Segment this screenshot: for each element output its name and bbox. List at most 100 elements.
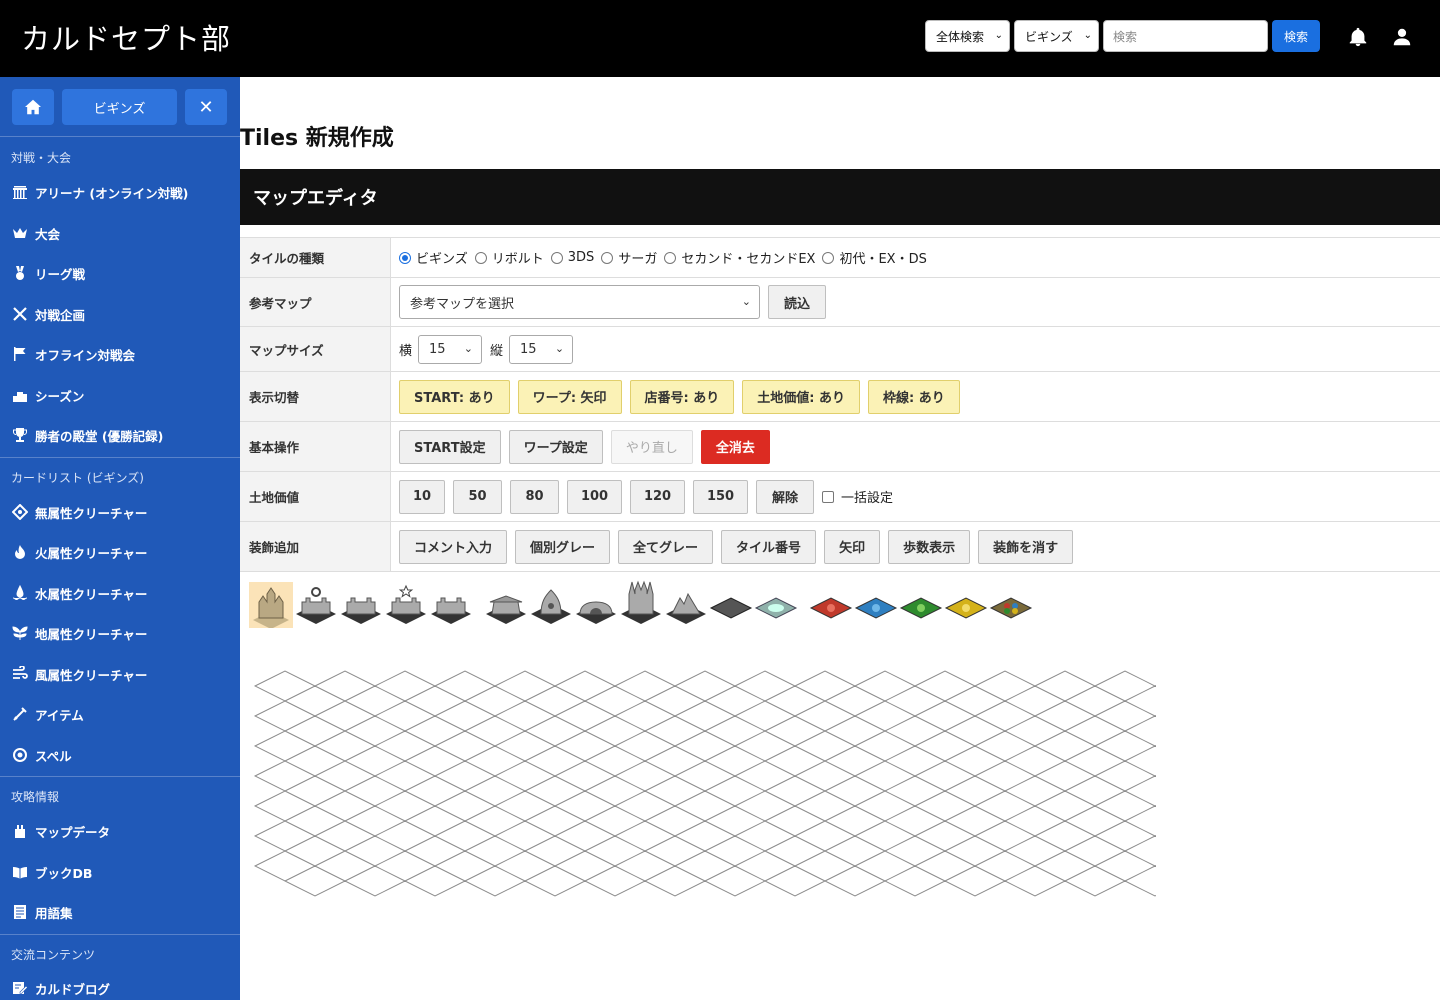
radio-beginz[interactable]: ビギンズ: [399, 248, 468, 267]
map-grid-canvas[interactable]: [254, 670, 1156, 1000]
individual-gray-button[interactable]: 個別グレー: [515, 529, 611, 564]
map-width-select[interactable]: 15 ⌄: [418, 334, 483, 364]
radio-label: 3DS: [567, 250, 595, 265]
chevron-down-icon: ⌄: [554, 341, 565, 355]
land-value-100-button[interactable]: 100: [567, 479, 622, 514]
sidebar-toolbar: ビギンズ ✕: [12, 89, 228, 125]
earth-land-tile[interactable]: [899, 590, 943, 624]
radio-3ds[interactable]: 3DS: [550, 250, 595, 265]
sidebar-item-earth-creature[interactable]: 地属性クリーチャー: [12, 622, 147, 644]
row-basic-ops: 基本操作 START設定 ワープ設定 やり直し 全消去: [240, 422, 1440, 472]
all-gray-button[interactable]: 全てグレー: [618, 529, 714, 564]
search-button[interactable]: 検索: [1272, 20, 1320, 52]
reference-map-select[interactable]: 参考マップを選択 ⌄: [399, 285, 760, 319]
radio-revolt[interactable]: リボルト: [474, 248, 544, 267]
step-display-button[interactable]: 歩数表示: [888, 529, 971, 564]
castle-tile[interactable]: [429, 584, 473, 626]
row-land-value: 土地価値 10 50 80 100 120 150 解除 一括設定: [240, 472, 1440, 522]
radio-saga[interactable]: サーガ: [601, 248, 657, 267]
castle-gear-tile[interactable]: [294, 584, 338, 626]
water-pool-tile[interactable]: [754, 590, 798, 624]
fire-land-tile[interactable]: [809, 590, 853, 624]
radio-dot[interactable]: [550, 251, 563, 264]
sidebar-item-label: 勝者の殿堂 (優勝記録): [35, 428, 164, 444]
load-map-button[interactable]: 読込: [768, 285, 826, 319]
trophy-icon: [13, 428, 27, 442]
search-scope-select[interactable]: 全体検索 ⌄: [925, 20, 1010, 52]
map-height-select[interactable]: 15 ⌄: [509, 334, 574, 364]
castle-star-tile[interactable]: [384, 584, 428, 626]
close-sidebar-button[interactable]: ✕: [185, 89, 227, 125]
radio-dot[interactable]: [474, 251, 487, 264]
map-icon: [15, 825, 25, 838]
comment-input-button[interactable]: コメント入力: [399, 529, 508, 564]
radio-dot[interactable]: [399, 251, 411, 264]
radio-dot[interactable]: [664, 251, 677, 264]
toggle-warp-button[interactable]: ワープ: 矢印: [517, 379, 622, 414]
radio-dot[interactable]: [822, 251, 835, 264]
sidebar-item-spell[interactable]: スペル: [12, 744, 72, 766]
blank-tile[interactable]: [709, 590, 753, 624]
sidebar-item-label: 無属性クリーチャー: [35, 505, 148, 521]
bulk-set-checkbox[interactable]: [822, 490, 834, 503]
site-title[interactable]: カルドセプト部: [21, 16, 231, 58]
sidebar-item-map-data[interactable]: マップデータ: [12, 820, 110, 842]
multi-element-tile[interactable]: [989, 590, 1033, 624]
wind-land-tile[interactable]: [944, 590, 988, 624]
cathedral-tile[interactable]: [619, 580, 663, 626]
sidebar-item-tournament[interactable]: 大会: [12, 222, 60, 244]
castle-moon-tile[interactable]: [339, 584, 383, 626]
sidebar-item-offline[interactable]: オフライン対戦会: [12, 343, 135, 365]
glossary-icon: [14, 905, 26, 919]
search-input[interactable]: 検索: [1103, 20, 1268, 52]
home-button[interactable]: [12, 89, 54, 125]
toggle-shop-number-button[interactable]: 店番号: あり: [629, 379, 735, 414]
bridge-tile[interactable]: [574, 586, 618, 626]
clear-decoration-button[interactable]: 装飾を消す: [978, 529, 1074, 564]
start-setting-button[interactable]: START設定: [399, 429, 501, 464]
land-value-150-button[interactable]: 150: [693, 479, 748, 514]
sidebar-item-item[interactable]: アイテム: [12, 703, 84, 725]
tile-number-button[interactable]: タイル番号: [721, 529, 817, 564]
water-land-tile[interactable]: [854, 590, 898, 624]
sidebar-item-hall-of-fame[interactable]: 勝者の殿堂 (優勝記録): [12, 424, 163, 446]
mountain-tile[interactable]: [664, 586, 708, 626]
sidebar-item-battle-plan[interactable]: 対戦企画: [12, 303, 85, 325]
arrow-button[interactable]: 矢印: [824, 529, 881, 564]
sidebar-item-league[interactable]: リーグ戦: [12, 262, 85, 284]
radio-original[interactable]: 初代・EX・DS: [822, 248, 927, 267]
toggle-land-value-button[interactable]: 土地価値: あり: [742, 379, 861, 414]
sidebar-item-arena[interactable]: アリーナ (オンライン対戦): [12, 181, 188, 203]
sidebar-item-wind-creature[interactable]: 風属性クリーチャー: [12, 663, 147, 685]
land-value-80-button[interactable]: 80: [510, 479, 559, 514]
radio-dot[interactable]: [601, 251, 614, 264]
land-value-50-button[interactable]: 50: [453, 479, 502, 514]
sidebar-item-season[interactable]: シーズン: [12, 384, 84, 406]
land-value-10-button[interactable]: 10: [399, 479, 445, 514]
user-icon[interactable]: [1391, 26, 1413, 48]
edition-switch-button[interactable]: ビギンズ: [62, 89, 177, 125]
sidebar-item-book-db[interactable]: ブックDB: [12, 861, 92, 883]
sidebar-item-glossary[interactable]: 用語集: [12, 901, 73, 923]
land-value-120-button[interactable]: 120: [630, 479, 685, 514]
sidebar-item-blog[interactable]: カルドブログ: [12, 977, 110, 999]
earth-element-icon: [12, 626, 28, 640]
sidebar-item-neutral-creature[interactable]: 無属性クリーチャー: [12, 501, 147, 523]
castle-tile-selected[interactable]: [249, 582, 293, 629]
clear-all-button[interactable]: 全消去: [700, 429, 770, 464]
reference-map-controls: 参考マップを選択 ⌄ 読込: [391, 278, 1440, 326]
toggle-border-button[interactable]: 枠線: あり: [868, 379, 960, 414]
row-label: タイルの種類: [240, 238, 391, 277]
bell-icon[interactable]: [1347, 26, 1369, 48]
radio-second[interactable]: セカンド・セカンドEX: [664, 248, 815, 267]
tower-tile[interactable]: [529, 584, 573, 626]
edition-select[interactable]: ビギンズ ⌄: [1014, 20, 1099, 52]
land-value-clear-button[interactable]: 解除: [756, 479, 814, 514]
redo-button[interactable]: やり直し: [610, 429, 693, 464]
sidebar-item-fire-creature[interactable]: 火属性クリーチャー: [12, 541, 147, 563]
reference-map-value: 参考マップを選択: [410, 296, 515, 312]
warp-setting-button[interactable]: ワープ設定: [508, 429, 603, 464]
sidebar-item-water-creature[interactable]: 水属性クリーチャー: [12, 582, 147, 604]
shrine-tile[interactable]: [484, 586, 528, 626]
toggle-start-button[interactable]: START: あり: [399, 379, 510, 414]
